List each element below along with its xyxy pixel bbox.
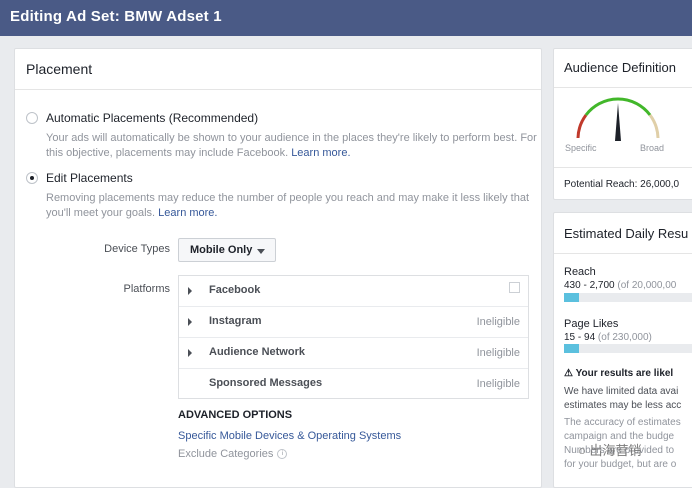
page-likes-value-row: 15 - 94 (of 230,000) bbox=[564, 332, 652, 343]
page-likes-value: 15 - 94 bbox=[564, 332, 596, 343]
automatic-placements-radio[interactable] bbox=[26, 112, 38, 124]
reach-bar-fill bbox=[564, 293, 580, 302]
platform-row-sponsored-messages[interactable]: Sponsored Messages Ineligible bbox=[179, 369, 528, 400]
watermark-text: 出海营销 bbox=[589, 443, 642, 458]
warning-text: Your results are likel bbox=[575, 368, 674, 379]
page-likes-label: Page Likes bbox=[564, 318, 619, 330]
divider bbox=[554, 167, 692, 168]
device-types-dropdown[interactable]: Mobile Only bbox=[178, 238, 276, 262]
automatic-desc-line2-text: this objective, placements may include F… bbox=[46, 147, 289, 159]
accuracy-line1: The accuracy of estimates bbox=[564, 417, 681, 428]
placement-header: Placement bbox=[15, 49, 541, 90]
exclude-categories-label[interactable]: Exclude Categories bbox=[178, 448, 273, 460]
platform-checkbox[interactable] bbox=[509, 282, 520, 293]
results-warning: ⚠ Your results are likel bbox=[564, 368, 673, 379]
device-types-value: Mobile Only bbox=[190, 244, 253, 256]
advanced-options-title: ADVANCED OPTIONS bbox=[178, 409, 293, 421]
top-bar: Editing Ad Set: BMW Adset 1 bbox=[0, 0, 692, 36]
placement-panel: Placement Automatic Placements (Recommen… bbox=[14, 48, 542, 488]
device-types-label: Device Types bbox=[104, 243, 170, 255]
caret-down-icon bbox=[257, 249, 265, 254]
expand-arrow-icon[interactable] bbox=[188, 318, 192, 326]
edit-desc-line2-text: you'll meet your goals. bbox=[46, 207, 156, 219]
reach-label: Reach bbox=[564, 266, 596, 278]
platform-row-facebook[interactable]: Facebook bbox=[179, 276, 528, 307]
page-likes-total: (of 230,000) bbox=[597, 332, 652, 343]
expand-arrow-icon[interactable] bbox=[188, 287, 192, 295]
platform-row-audience-network[interactable]: Audience Network Ineligible bbox=[179, 338, 528, 369]
automatic-learn-more-link[interactable]: Learn more. bbox=[291, 147, 350, 159]
audience-definition-title: Audience Definition bbox=[564, 60, 677, 75]
reach-bar bbox=[564, 293, 692, 302]
platform-row-instagram[interactable]: Instagram Ineligible bbox=[179, 307, 528, 338]
platform-status: Ineligible bbox=[476, 347, 520, 359]
expand-arrow-icon[interactable] bbox=[188, 349, 192, 357]
automatic-desc-line1: Your ads will automatically be shown to … bbox=[46, 132, 537, 144]
platform-status: Ineligible bbox=[476, 378, 520, 390]
edit-placements-label[interactable]: Edit Placements bbox=[46, 171, 133, 185]
warning-icon: ⚠ bbox=[564, 368, 573, 379]
automatic-desc-line2: this objective, placements may include F… bbox=[46, 146, 537, 161]
info-icon[interactable]: i bbox=[277, 449, 288, 460]
wechat-icon: ○ bbox=[578, 443, 586, 458]
watermark: ○ 出海营销 bbox=[578, 440, 642, 459]
accuracy-line4: for your budget, but are o bbox=[564, 459, 677, 470]
divider bbox=[554, 253, 692, 254]
gauge-specific-label: Specific bbox=[565, 143, 597, 153]
platform-status: Ineligible bbox=[476, 316, 520, 328]
estimated-results-title: Estimated Daily Resu bbox=[564, 226, 689, 241]
placement-title: Placement bbox=[26, 61, 93, 77]
platform-name: Sponsored Messages bbox=[209, 377, 323, 389]
limited-data-line1: We have limited data avai bbox=[564, 386, 679, 397]
reach-value-row: 430 - 2,700 (of 20,000,00 bbox=[564, 280, 676, 291]
limited-data-line2: estimates may be less acc bbox=[564, 400, 682, 411]
potential-reach: Potential Reach: 26,000,0 bbox=[564, 179, 680, 190]
audience-definition-panel: Audience Definition Specific Broad Poten… bbox=[553, 48, 692, 200]
edit-placements-radio[interactable] bbox=[26, 172, 38, 184]
platforms-label: Platforms bbox=[123, 283, 170, 295]
reach-value: 430 - 2,700 bbox=[564, 280, 615, 291]
specific-devices-link[interactable]: Specific Mobile Devices & Operating Syst… bbox=[178, 430, 401, 442]
edit-learn-more-link[interactable]: Learn more. bbox=[158, 207, 217, 219]
platform-name: Facebook bbox=[209, 284, 261, 296]
audience-gauge-icon bbox=[576, 97, 660, 141]
platform-name: Instagram bbox=[209, 315, 262, 327]
divider bbox=[554, 87, 692, 88]
gauge-broad-label: Broad bbox=[640, 143, 665, 153]
exclude-categories-row[interactable]: Exclude Categories i bbox=[178, 448, 288, 460]
edit-desc-line2: you'll meet your goals. Learn more. bbox=[46, 206, 529, 221]
reach-total: (of 20,000,00 bbox=[617, 280, 677, 291]
page-title: Editing Ad Set: BMW Adset 1 bbox=[10, 8, 222, 25]
edit-desc-line1: Removing placements may reduce the numbe… bbox=[46, 192, 530, 204]
automatic-placements-desc: Your ads will automatically be shown to … bbox=[46, 131, 537, 161]
edit-placements-desc: Removing placements may reduce the numbe… bbox=[46, 191, 529, 221]
platforms-list: Facebook Instagram Ineligible Audience N… bbox=[178, 275, 529, 399]
automatic-placements-label[interactable]: Automatic Placements (Recommended) bbox=[46, 111, 258, 125]
platform-name: Audience Network bbox=[209, 346, 305, 358]
page-likes-bar-fill bbox=[564, 344, 580, 353]
page-likes-bar bbox=[564, 344, 692, 353]
